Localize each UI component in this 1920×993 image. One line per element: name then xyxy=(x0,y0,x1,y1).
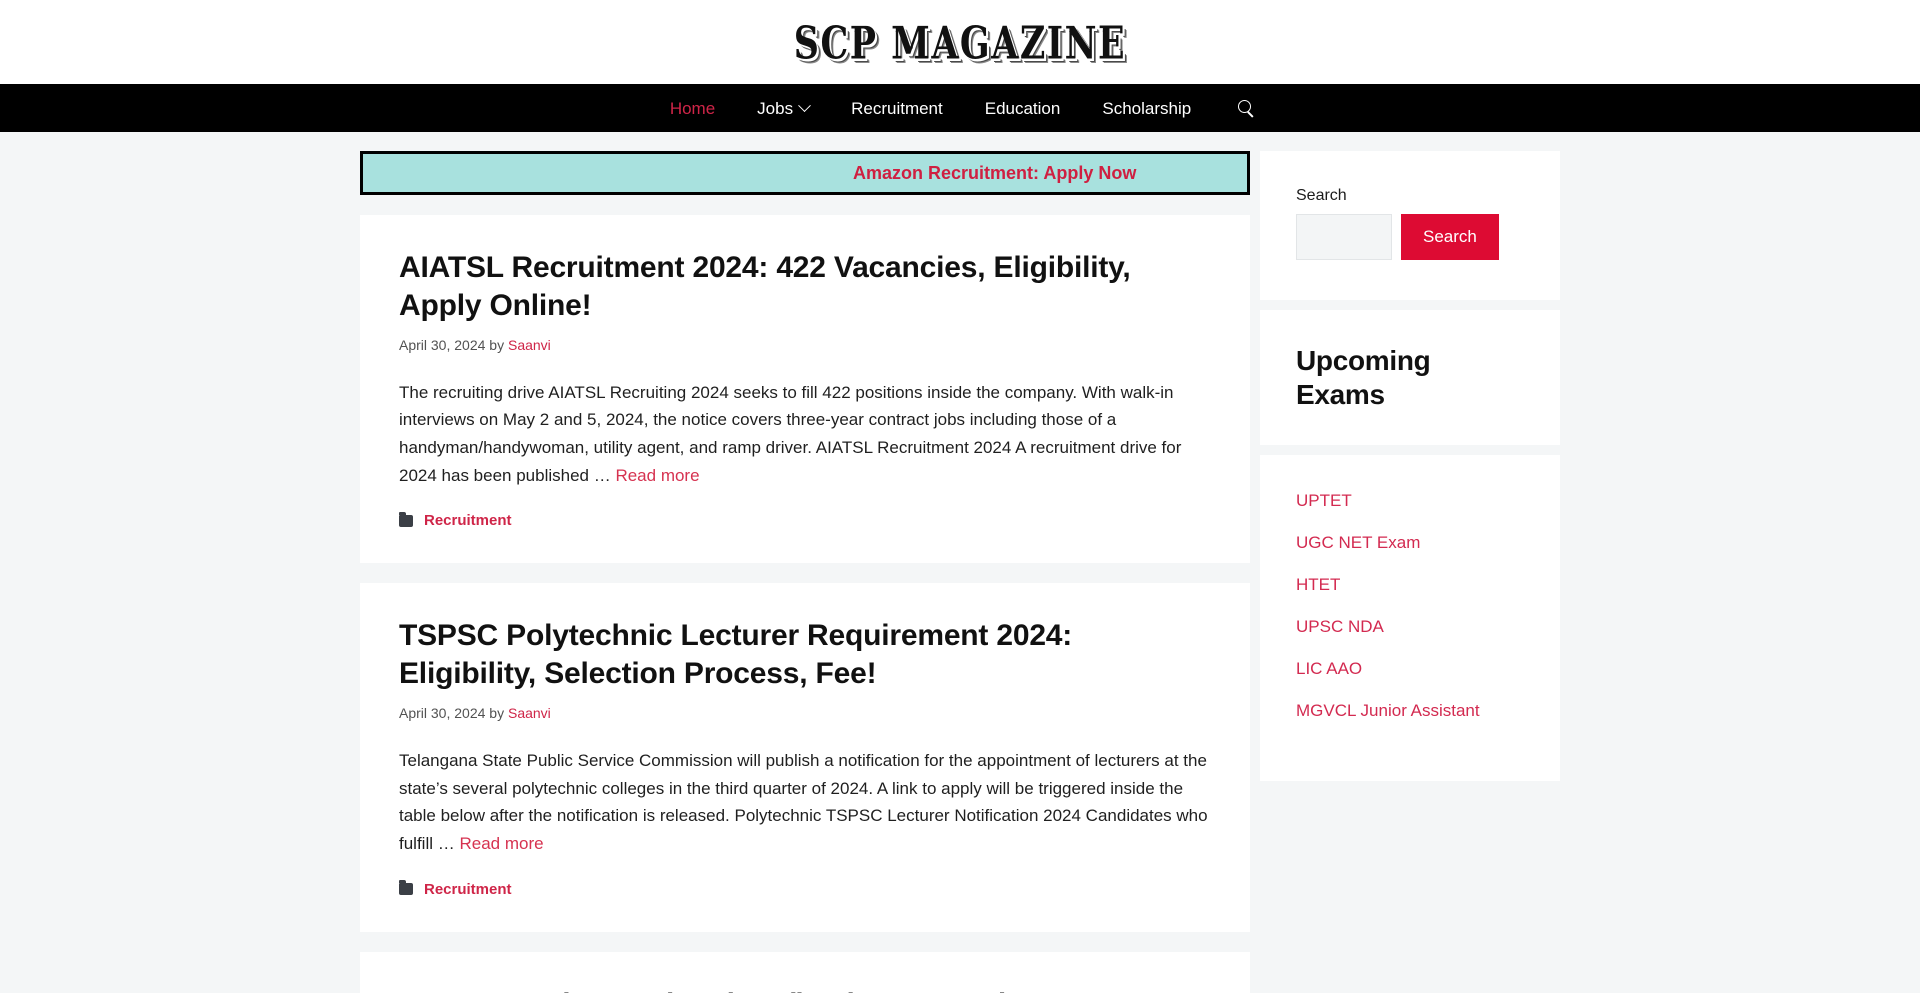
article-meta: April 30, 2024 by Saanvi xyxy=(399,337,1211,353)
article-date: April 30, 2024 xyxy=(399,705,486,721)
article-by-label: by xyxy=(489,336,505,353)
nav-item-recruitment[interactable]: Recruitment xyxy=(830,84,964,132)
exam-link[interactable]: HTET xyxy=(1296,575,1340,594)
search-row: Search xyxy=(1296,214,1524,260)
announcement-banner-text: Amazon Recruitment: Apply Now xyxy=(853,162,1137,183)
article-card: HBSE Result 2024 (Declared): Class 10 an… xyxy=(360,951,1250,993)
article-date: April 30, 2024 xyxy=(399,336,486,353)
list-item: MGVCL Junior Assistant xyxy=(1296,701,1524,721)
search-button[interactable]: Search xyxy=(1401,214,1499,260)
article-title[interactable]: TSPSC Polytechnic Lecturer Requirement 2… xyxy=(399,617,1211,693)
site-header: SCP MAGAZINE xyxy=(0,0,1920,84)
article-title[interactable]: AIATSL Recruitment 2024: 422 Vacancies, … xyxy=(399,249,1211,325)
nav-item-label: Education xyxy=(984,98,1061,118)
search-icon[interactable] xyxy=(1238,99,1255,117)
article-footer: Recruitment xyxy=(399,511,1211,529)
main-content: Amazon Recruitment: Apply Now AIATSL Rec… xyxy=(360,151,1250,993)
primary-navigation: Home Jobs Recruitment Education Scholars… xyxy=(0,84,1920,132)
read-more-link[interactable]: Read more xyxy=(615,466,699,485)
exam-link[interactable]: UGC NET Exam xyxy=(1296,533,1420,552)
article-card: TSPSC Polytechnic Lecturer Requirement 2… xyxy=(360,583,1250,932)
read-more-link[interactable]: Read more xyxy=(459,834,543,853)
search-input[interactable] xyxy=(1296,214,1392,260)
search-widget: Search Search xyxy=(1260,151,1560,300)
upcoming-exams-list-widget: UPTET UGC NET Exam HTET UPSC NDA LIC AAO… xyxy=(1260,455,1560,782)
list-item: LIC AAO xyxy=(1296,659,1524,679)
nav-list: Home Jobs Recruitment Education Scholars… xyxy=(649,84,1271,132)
article-category-link[interactable]: Recruitment xyxy=(424,512,512,529)
nav-item-scholarship[interactable]: Scholarship xyxy=(1081,84,1212,132)
list-item: UPSC NDA xyxy=(1296,617,1524,637)
nav-item-label: Jobs xyxy=(757,98,794,118)
announcement-banner[interactable]: Amazon Recruitment: Apply Now xyxy=(360,151,1250,195)
nav-item-home[interactable]: Home xyxy=(649,84,736,132)
article-author[interactable]: Saanvi xyxy=(508,337,551,353)
list-item: UGC NET Exam xyxy=(1296,533,1524,553)
article-meta: April 30, 2024 by Saanvi xyxy=(399,705,1211,721)
nav-item-label: Scholarship xyxy=(1102,98,1192,118)
exam-link[interactable]: MGVCL Junior Assistant xyxy=(1296,701,1480,720)
article-excerpt: The recruiting drive AIATSL Recruiting 2… xyxy=(399,379,1211,490)
exam-link[interactable]: LIC AAO xyxy=(1296,659,1362,678)
search-widget-label: Search xyxy=(1296,187,1347,204)
article-excerpt-text: The recruiting drive AIATSL Recruiting 2… xyxy=(399,382,1182,485)
widget-title: Upcoming Exams xyxy=(1296,345,1431,410)
article-footer: Recruitment xyxy=(399,880,1211,898)
article-excerpt: Telangana State Public Service Commissio… xyxy=(399,747,1211,858)
upcoming-exams-heading-widget: Upcoming Exams xyxy=(1260,310,1560,446)
article-author[interactable]: Saanvi xyxy=(508,705,551,721)
article-by-label: by xyxy=(489,705,505,721)
nav-item-label: Recruitment xyxy=(851,98,943,118)
site-logo[interactable]: SCP MAGAZINE xyxy=(794,15,1126,68)
list-item: HTET xyxy=(1296,575,1524,595)
exam-link[interactable]: UPSC NDA xyxy=(1296,617,1384,636)
article-category-link[interactable]: Recruitment xyxy=(424,881,512,898)
folder-icon xyxy=(399,511,413,527)
exam-list: UPTET UGC NET Exam HTET UPSC NDA LIC AAO… xyxy=(1296,491,1524,721)
nav-item-education[interactable]: Education xyxy=(964,84,1082,132)
folder-icon xyxy=(399,880,413,896)
list-item: UPTET xyxy=(1296,491,1524,511)
exam-link[interactable]: UPTET xyxy=(1296,491,1352,510)
chevron-down-icon[interactable] xyxy=(798,98,811,112)
nav-item-label: Home xyxy=(669,98,716,118)
article-card: AIATSL Recruitment 2024: 422 Vacancies, … xyxy=(360,215,1250,564)
article-title[interactable]: HBSE Result 2024 (Declared): Class 10 an… xyxy=(399,986,1211,993)
nav-item-jobs[interactable]: Jobs xyxy=(736,84,830,132)
page-wrap: Amazon Recruitment: Apply Now AIATSL Rec… xyxy=(360,132,1560,993)
sidebar: Search Search Upcoming Exams UPTET UGC N… xyxy=(1260,151,1560,791)
nav-search-toggle[interactable] xyxy=(1212,84,1271,132)
